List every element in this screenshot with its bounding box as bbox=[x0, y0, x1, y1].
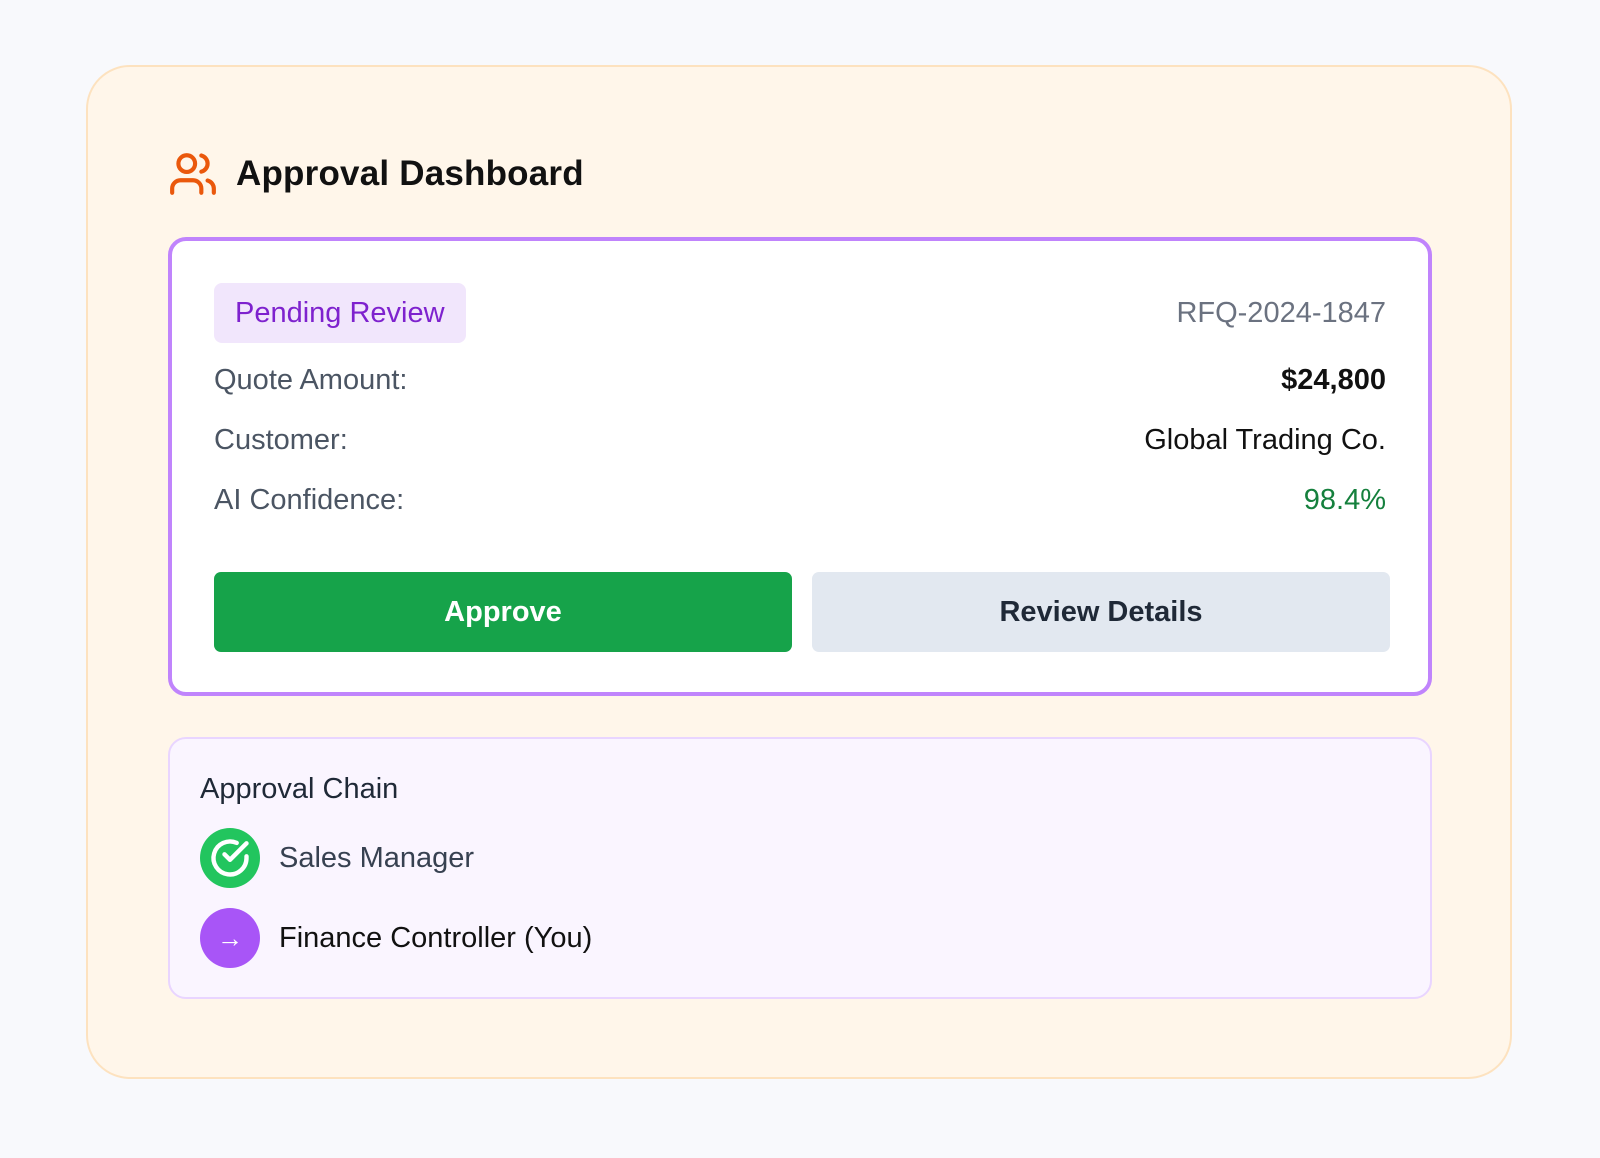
request-id: RFQ-2024-1847 bbox=[1176, 297, 1386, 329]
chain-step-finance-controller: → Finance Controller (You) bbox=[200, 908, 592, 968]
customer-row: Customer: Global Trading Co. bbox=[214, 424, 1386, 457]
review-details-button[interactable]: Review Details bbox=[812, 572, 1390, 652]
approval-dashboard-panel: Approval Dashboard Pending Review RFQ-20… bbox=[86, 65, 1512, 1079]
quote-amount-row: Quote Amount: $24,800 bbox=[214, 364, 1386, 397]
ai-confidence-label: AI Confidence: bbox=[214, 484, 405, 516]
status-badge: Pending Review bbox=[214, 283, 466, 343]
quote-amount-value: $24,800 bbox=[1281, 364, 1386, 396]
check-circle-icon bbox=[200, 828, 260, 888]
chain-step-name: Finance Controller (You) bbox=[279, 921, 593, 954]
quote-amount-label: Quote Amount: bbox=[214, 364, 408, 396]
pending-request-card: Pending Review RFQ-2024-1847 Quote Amoun… bbox=[168, 237, 1432, 696]
users-icon bbox=[168, 149, 218, 199]
chain-step-sales-manager: Sales Manager bbox=[200, 828, 474, 888]
ai-confidence-row: AI Confidence: 98.4% bbox=[214, 484, 1386, 517]
dashboard-header: Approval Dashboard bbox=[168, 149, 584, 199]
approval-chain-title: Approval Chain bbox=[200, 773, 399, 805]
arrow-right-icon: → bbox=[200, 908, 260, 968]
chain-step-name: Sales Manager bbox=[279, 841, 475, 874]
approve-button[interactable]: Approve bbox=[214, 572, 792, 652]
customer-label: Customer: bbox=[214, 424, 348, 456]
customer-value: Global Trading Co. bbox=[1144, 424, 1386, 456]
approval-chain-panel: Approval Chain Sales Manager → Finance C… bbox=[168, 737, 1432, 999]
page-title: Approval Dashboard bbox=[236, 154, 584, 193]
ai-confidence-value: 98.4% bbox=[1303, 484, 1386, 516]
